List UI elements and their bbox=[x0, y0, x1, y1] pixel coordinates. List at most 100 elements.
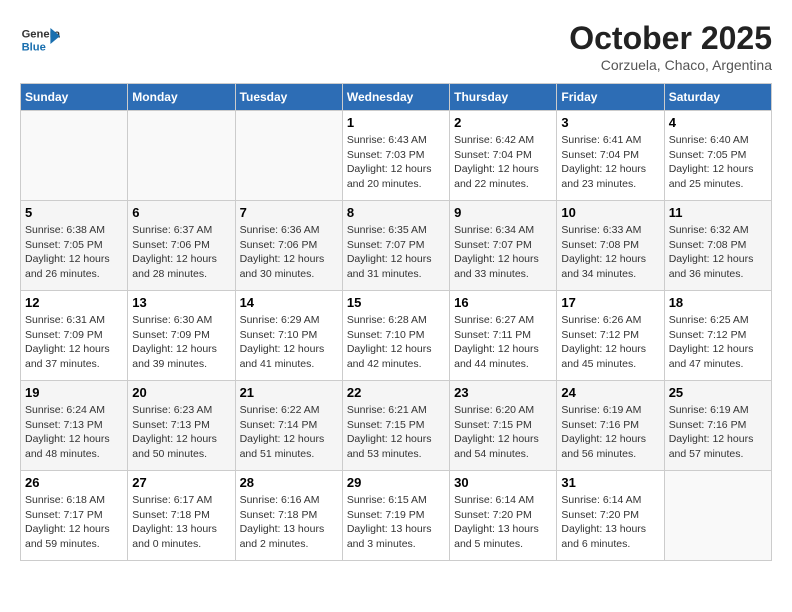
day-info: Sunrise: 6:19 AM Sunset: 7:16 PM Dayligh… bbox=[669, 403, 767, 462]
day-cell: 15Sunrise: 6:28 AM Sunset: 7:10 PM Dayli… bbox=[342, 291, 449, 381]
day-info: Sunrise: 6:37 AM Sunset: 7:06 PM Dayligh… bbox=[132, 223, 230, 282]
day-cell: 28 Sunrise: 6:16 AM Sunset: 7:18 PM Dayli… bbox=[235, 471, 342, 561]
day-header-wednesday: Wednesday bbox=[342, 84, 449, 111]
day-header-friday: Friday bbox=[557, 84, 664, 111]
day-cell bbox=[235, 111, 342, 201]
day-cell: 4 Sunrise: 6:40 AM Sunset: 7:05 PM Daylig… bbox=[664, 111, 771, 201]
day-number: 11 bbox=[669, 205, 767, 220]
day-number: 30 bbox=[454, 475, 552, 490]
week-row-5: 26 Sunrise: 6:18 AM Sunset: 7:17 PM Dayli… bbox=[21, 471, 772, 561]
day-number: 23 bbox=[454, 385, 552, 400]
day-number: 24 bbox=[561, 385, 659, 400]
day-number: 28 bbox=[240, 475, 338, 490]
day-info: Sunrise: 6:33 AM Sunset: 7:08 PM Dayligh… bbox=[561, 223, 659, 282]
day-number: 2 bbox=[454, 115, 552, 130]
day-info: Sunrise: 6:23 AM Sunset: 7:13 PM Dayligh… bbox=[132, 403, 230, 462]
day-cell: 5 Sunrise: 6:38 AM Sunset: 7:05 PM Daylig… bbox=[21, 201, 128, 291]
day-number: 27 bbox=[132, 475, 230, 490]
day-info: Sunrise: 6:14 AM Sunset: 7:20 PM Dayligh… bbox=[454, 493, 552, 552]
day-cell: 19Sunrise: 6:24 AM Sunset: 7:13 PM Dayli… bbox=[21, 381, 128, 471]
day-info: Sunrise: 6:20 AM Sunset: 7:15 PM Dayligh… bbox=[454, 403, 552, 462]
day-cell: 16Sunrise: 6:27 AM Sunset: 7:11 PM Dayli… bbox=[450, 291, 557, 381]
day-info: Sunrise: 6:15 AM Sunset: 7:19 PM Dayligh… bbox=[347, 493, 445, 552]
day-cell: 23 Sunrise: 6:20 AM Sunset: 7:15 PM Dayli… bbox=[450, 381, 557, 471]
day-number: 10 bbox=[561, 205, 659, 220]
day-number: 29 bbox=[347, 475, 445, 490]
logo-icon: General Blue bbox=[20, 20, 60, 60]
day-info: Sunrise: 6:42 AM Sunset: 7:04 PM Dayligh… bbox=[454, 133, 552, 192]
day-number: 17 bbox=[561, 295, 659, 310]
day-cell: 8 Sunrise: 6:35 AM Sunset: 7:07 PM Daylig… bbox=[342, 201, 449, 291]
calendar-table: SundayMondayTuesdayWednesdayThursdayFrid… bbox=[20, 83, 772, 561]
day-number: 25 bbox=[669, 385, 767, 400]
day-cell: 20 Sunrise: 6:23 AM Sunset: 7:13 PM Dayli… bbox=[128, 381, 235, 471]
day-info: Sunrise: 6:40 AM Sunset: 7:05 PM Dayligh… bbox=[669, 133, 767, 192]
day-info: Sunrise: 6:18 AM Sunset: 7:17 PM Dayligh… bbox=[25, 493, 123, 552]
day-cell: 9Sunrise: 6:34 AM Sunset: 7:07 PM Daylig… bbox=[450, 201, 557, 291]
day-info: Sunrise: 6:36 AM Sunset: 7:06 PM Dayligh… bbox=[240, 223, 338, 282]
day-number: 19 bbox=[25, 385, 123, 400]
location-subtitle: Corzuela, Chaco, Argentina bbox=[569, 57, 772, 73]
day-cell: 11 Sunrise: 6:32 AM Sunset: 7:08 PM Dayli… bbox=[664, 201, 771, 291]
day-number: 20 bbox=[132, 385, 230, 400]
day-header-tuesday: Tuesday bbox=[235, 84, 342, 111]
day-cell: 24Sunrise: 6:19 AM Sunset: 7:16 PM Dayli… bbox=[557, 381, 664, 471]
day-cell bbox=[21, 111, 128, 201]
day-cell: 1Sunrise: 6:43 AM Sunset: 7:03 PM Daylig… bbox=[342, 111, 449, 201]
logo: General Blue bbox=[20, 20, 64, 60]
svg-text:Blue: Blue bbox=[22, 41, 46, 53]
day-number: 8 bbox=[347, 205, 445, 220]
day-cell: 26 Sunrise: 6:18 AM Sunset: 7:17 PM Dayli… bbox=[21, 471, 128, 561]
day-header-thursday: Thursday bbox=[450, 84, 557, 111]
day-cell: 3Sunrise: 6:41 AM Sunset: 7:04 PM Daylig… bbox=[557, 111, 664, 201]
day-number: 12 bbox=[25, 295, 123, 310]
day-number: 31 bbox=[561, 475, 659, 490]
day-info: Sunrise: 6:31 AM Sunset: 7:09 PM Dayligh… bbox=[25, 313, 123, 372]
day-header-monday: Monday bbox=[128, 84, 235, 111]
day-info: Sunrise: 6:35 AM Sunset: 7:07 PM Dayligh… bbox=[347, 223, 445, 282]
month-title: October 2025 bbox=[569, 20, 772, 57]
day-header-sunday: Sunday bbox=[21, 84, 128, 111]
day-number: 4 bbox=[669, 115, 767, 130]
day-info: Sunrise: 6:28 AM Sunset: 7:10 PM Dayligh… bbox=[347, 313, 445, 372]
day-number: 22 bbox=[347, 385, 445, 400]
week-row-2: 5 Sunrise: 6:38 AM Sunset: 7:05 PM Daylig… bbox=[21, 201, 772, 291]
day-cell: 30 Sunrise: 6:14 AM Sunset: 7:20 PM Dayli… bbox=[450, 471, 557, 561]
day-number: 3 bbox=[561, 115, 659, 130]
day-header-saturday: Saturday bbox=[664, 84, 771, 111]
day-cell bbox=[128, 111, 235, 201]
page-header: General Blue October 2025 Corzuela, Chac… bbox=[20, 20, 772, 73]
day-number: 6 bbox=[132, 205, 230, 220]
day-number: 9 bbox=[454, 205, 552, 220]
day-number: 5 bbox=[25, 205, 123, 220]
day-info: Sunrise: 6:43 AM Sunset: 7:03 PM Dayligh… bbox=[347, 133, 445, 192]
day-info: Sunrise: 6:25 AM Sunset: 7:12 PM Dayligh… bbox=[669, 313, 767, 372]
day-number: 26 bbox=[25, 475, 123, 490]
week-row-4: 19Sunrise: 6:24 AM Sunset: 7:13 PM Dayli… bbox=[21, 381, 772, 471]
day-cell: 6 Sunrise: 6:37 AM Sunset: 7:06 PM Daylig… bbox=[128, 201, 235, 291]
day-cell: 12 Sunrise: 6:31 AM Sunset: 7:09 PM Dayli… bbox=[21, 291, 128, 381]
day-number: 13 bbox=[132, 295, 230, 310]
day-info: Sunrise: 6:32 AM Sunset: 7:08 PM Dayligh… bbox=[669, 223, 767, 282]
day-number: 18 bbox=[669, 295, 767, 310]
day-cell: 31 Sunrise: 6:14 AM Sunset: 7:20 PM Dayli… bbox=[557, 471, 664, 561]
day-cell: 13 Sunrise: 6:30 AM Sunset: 7:09 PM Dayli… bbox=[128, 291, 235, 381]
day-cell: 17Sunrise: 6:26 AM Sunset: 7:12 PM Dayli… bbox=[557, 291, 664, 381]
day-cell: 29 Sunrise: 6:15 AM Sunset: 7:19 PM Dayli… bbox=[342, 471, 449, 561]
day-info: Sunrise: 6:38 AM Sunset: 7:05 PM Dayligh… bbox=[25, 223, 123, 282]
day-info: Sunrise: 6:30 AM Sunset: 7:09 PM Dayligh… bbox=[132, 313, 230, 372]
title-area: October 2025 Corzuela, Chaco, Argentina bbox=[569, 20, 772, 73]
day-number: 7 bbox=[240, 205, 338, 220]
day-info: Sunrise: 6:27 AM Sunset: 7:11 PM Dayligh… bbox=[454, 313, 552, 372]
day-number: 21 bbox=[240, 385, 338, 400]
day-cell: 7 Sunrise: 6:36 AM Sunset: 7:06 PM Daylig… bbox=[235, 201, 342, 291]
day-cell: 21Sunrise: 6:22 AM Sunset: 7:14 PM Dayli… bbox=[235, 381, 342, 471]
header-row: SundayMondayTuesdayWednesdayThursdayFrid… bbox=[21, 84, 772, 111]
day-cell: 14Sunrise: 6:29 AM Sunset: 7:10 PM Dayli… bbox=[235, 291, 342, 381]
day-info: Sunrise: 6:14 AM Sunset: 7:20 PM Dayligh… bbox=[561, 493, 659, 552]
day-info: Sunrise: 6:16 AM Sunset: 7:18 PM Dayligh… bbox=[240, 493, 338, 552]
day-cell: 10 Sunrise: 6:33 AM Sunset: 7:08 PM Dayli… bbox=[557, 201, 664, 291]
day-cell: 27Sunrise: 6:17 AM Sunset: 7:18 PM Dayli… bbox=[128, 471, 235, 561]
day-cell: 25 Sunrise: 6:19 AM Sunset: 7:16 PM Dayli… bbox=[664, 381, 771, 471]
day-cell bbox=[664, 471, 771, 561]
